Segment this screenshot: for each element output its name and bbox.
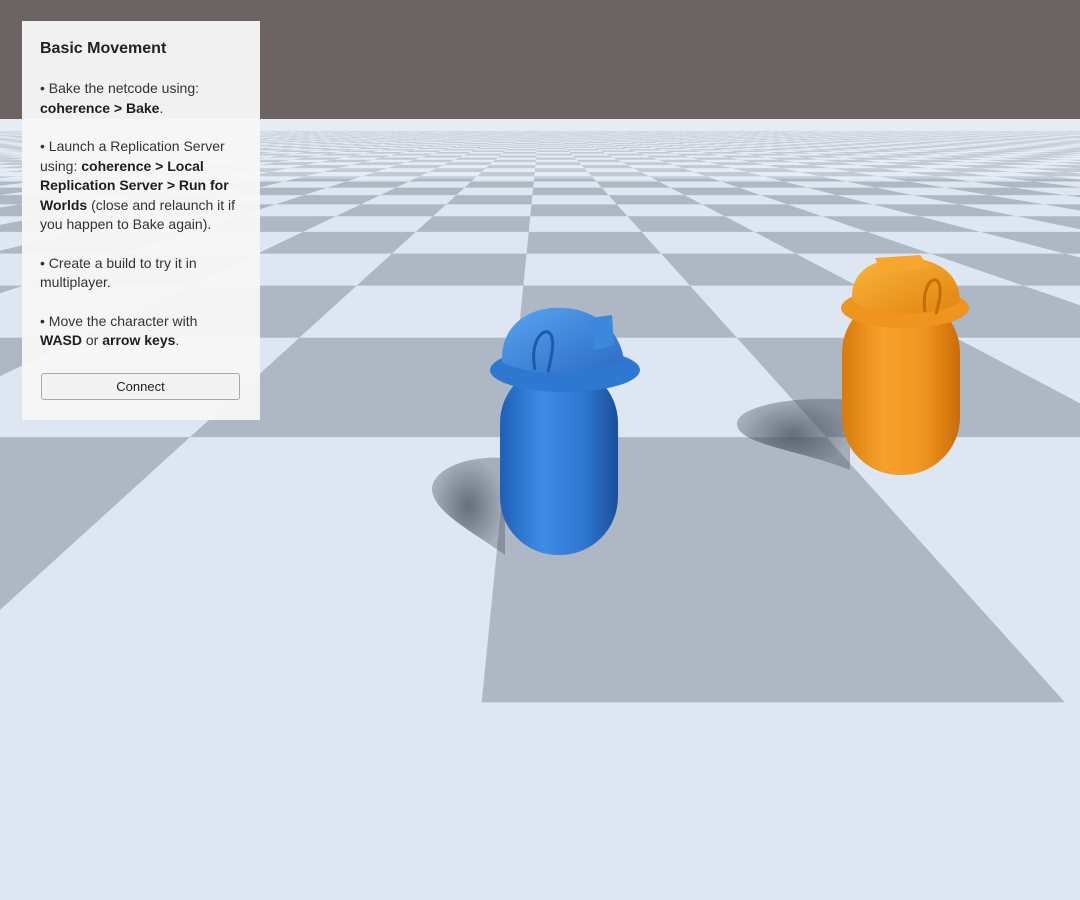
connect-button[interactable]: Connect <box>41 373 240 400</box>
blue-player-body <box>500 365 618 555</box>
instruction-replication-server: • Launch a Replication Server using: coh… <box>40 138 236 232</box>
panel-title: Basic Movement <box>40 40 167 57</box>
instructions-panel: Basic Movement • Bake the netcode using:… <box>22 21 260 420</box>
blue-player-hat-badge <box>590 315 614 350</box>
instruction-bake: • Bake the netcode using: coherence > Ba… <box>40 80 200 116</box>
floor-tile <box>415 216 531 232</box>
instruction-build: • Create a build to try it in multiplaye… <box>40 254 197 291</box>
floor-tile <box>596 181 671 188</box>
floor-tile <box>526 231 662 254</box>
floor-tile <box>532 187 609 196</box>
instruction-move: • Move the character with WASD or arrow … <box>40 312 198 349</box>
floor-tile <box>464 181 534 188</box>
floor-tile <box>530 204 628 217</box>
floor-tile <box>446 195 533 205</box>
